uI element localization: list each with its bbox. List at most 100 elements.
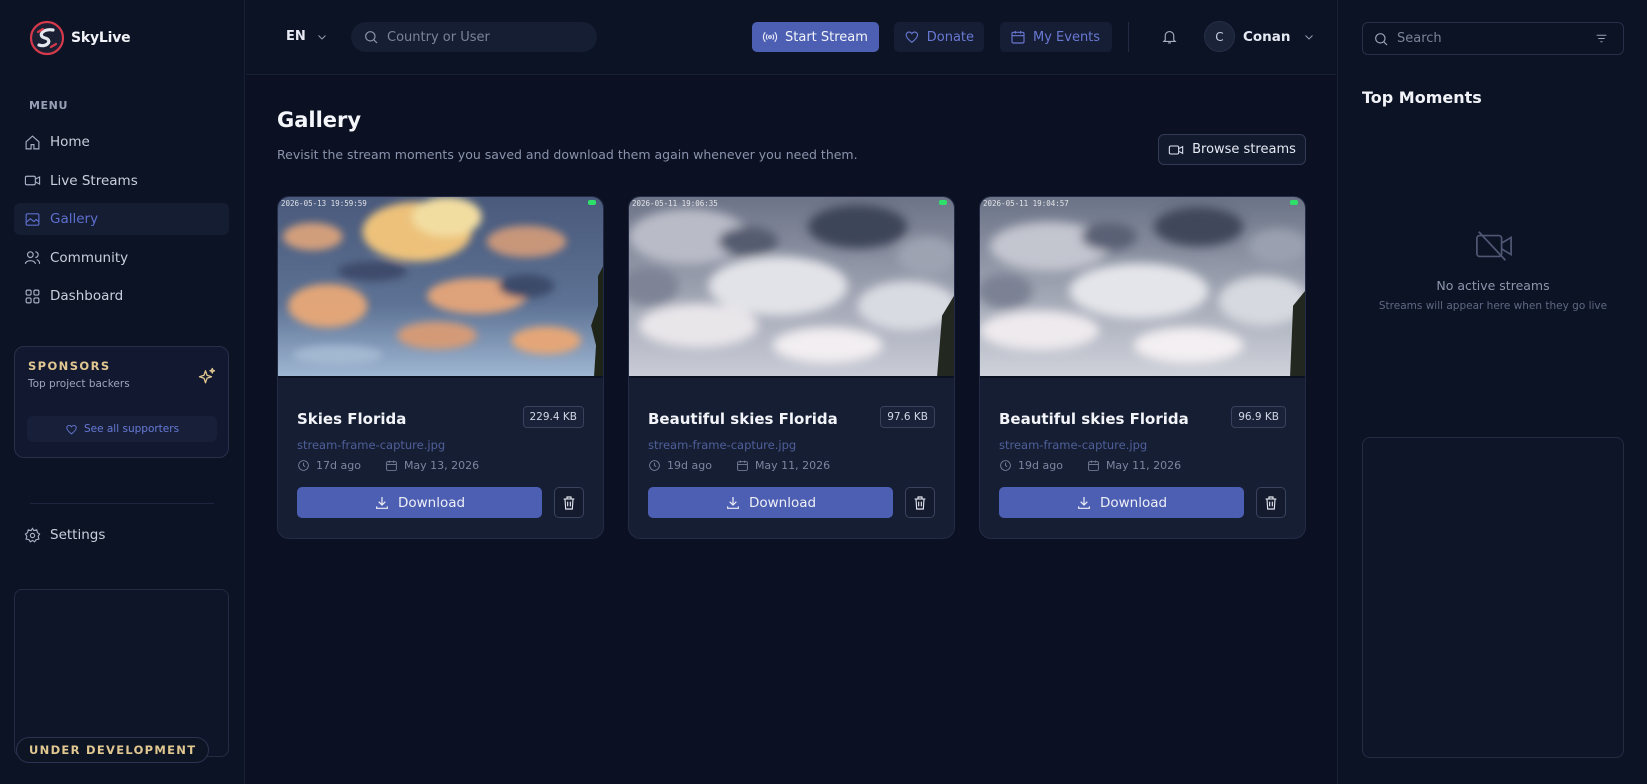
chevron-down-icon <box>1304 34 1313 40</box>
image-icon <box>25 212 40 226</box>
see-all-supporters-label: See all supporters <box>83 423 180 435</box>
donate-button[interactable]: Donate <box>894 22 984 52</box>
capture-timestamp: 2026-05-11 19:06:35 <box>632 199 718 208</box>
download-label: Download <box>748 494 817 511</box>
chevron-down-icon <box>317 34 326 40</box>
calendar-icon <box>1088 460 1099 471</box>
country-user-search <box>351 22 597 52</box>
sidebar-item-live-streams[interactable]: Live Streams <box>14 165 229 197</box>
under-development-badge: UNDER DEVELOPMENT <box>16 737 210 763</box>
start-stream-button[interactable]: Start Stream <box>752 22 879 52</box>
delete-button[interactable] <box>554 487 584 518</box>
browse-streams-label: Browse streams <box>1192 142 1296 157</box>
download-icon <box>1078 496 1090 509</box>
card-meta: 19d ago May 11, 2026 <box>999 459 1181 472</box>
live-indicator <box>1290 200 1298 205</box>
donate-label: Donate <box>926 29 974 45</box>
file-size-badge: 229.4 KB <box>522 406 584 428</box>
file-name: stream-frame-capture.jpg <box>999 438 1148 452</box>
trash-icon <box>1265 495 1277 510</box>
empty-state-subtitle: Streams will appear here when they go li… <box>1378 300 1608 312</box>
card-thumbnail[interactable]: 2026-05-13 19:59:59 <box>278 197 603 378</box>
sidebar-item-label: Community <box>50 249 129 266</box>
download-button[interactable]: Download <box>297 487 542 518</box>
sidebar-item-gallery[interactable]: Gallery <box>14 203 229 236</box>
browse-streams-button[interactable]: Browse streams <box>1158 134 1306 165</box>
sidebar-item-label: Settings <box>50 527 106 543</box>
delete-button[interactable] <box>905 487 935 518</box>
card-meta: 19d ago May 11, 2026 <box>648 459 830 472</box>
sidebar-settings: Settings <box>14 519 229 558</box>
language-selector[interactable]: EN <box>286 29 328 44</box>
sidebar-item-label: Dashboard <box>50 288 124 305</box>
gallery-card: 2026-05-11 19:06:35 Beautiful skies Flor… <box>628 196 955 539</box>
bell-icon[interactable] <box>1161 28 1178 45</box>
sidebar-item-dashboard[interactable]: Dashboard <box>14 280 229 312</box>
top-moments-title: Top Moments <box>1362 88 1482 107</box>
sidebar-item-community[interactable]: Community <box>14 242 229 274</box>
download-button[interactable]: Download <box>648 487 893 518</box>
search-icon <box>1375 32 1388 45</box>
user-menu[interactable]: C Conan <box>1204 21 1315 52</box>
sidebar-divider <box>30 503 214 504</box>
see-all-supporters-button[interactable]: See all supporters <box>27 416 217 442</box>
relative-time: 19d ago <box>667 459 712 472</box>
page-subtitle: Revisit the stream moments you saved and… <box>277 147 858 162</box>
menu-title: MENU <box>29 99 68 112</box>
clock-icon <box>298 460 309 471</box>
heart-icon <box>66 424 77 434</box>
skylive-logo-icon <box>29 20 65 56</box>
relative-time: 17d ago <box>316 459 361 472</box>
sparkle-icon <box>198 367 216 384</box>
overcast-sky-image <box>980 197 1305 376</box>
card-meta: 17d ago May 13, 2026 <box>297 459 479 472</box>
main-content: Gallery Revisit the stream moments you s… <box>246 76 1336 784</box>
header-divider <box>1128 22 1129 52</box>
avatar: C <box>1204 21 1235 52</box>
overcast-sky-image <box>629 197 954 376</box>
capture-date: May 11, 2026 <box>1105 459 1182 472</box>
capture-timestamp: 2026-05-11 19:04:57 <box>983 199 1069 208</box>
gear-icon <box>24 526 41 543</box>
moments-search-input[interactable] <box>1397 31 1587 46</box>
video-icon <box>24 175 41 186</box>
card-thumbnail[interactable]: 2026-05-11 19:04:57 <box>980 197 1305 378</box>
empty-state-title: No active streams <box>1436 278 1550 293</box>
heart-icon <box>905 31 919 43</box>
card-title: Beautiful skies Florida <box>648 410 838 428</box>
sponsors-subtitle: Top project backers <box>28 378 130 390</box>
calendar-icon <box>386 460 397 471</box>
delete-button[interactable] <box>1256 487 1286 518</box>
sidebar-nav: Home Live Streams Gallery Community Dash… <box>14 126 229 319</box>
sidebar-item-home[interactable]: Home <box>14 126 229 158</box>
username: Conan <box>1243 28 1291 45</box>
download-label: Download <box>397 494 466 511</box>
trash-icon <box>914 495 926 510</box>
sunset-sky-image <box>278 197 603 376</box>
capture-date: May 11, 2026 <box>754 459 831 472</box>
live-indicator <box>588 200 596 205</box>
sidebar-item-label: Home <box>50 134 90 150</box>
sidebar-item-label: Live Streams <box>50 172 138 189</box>
gallery-card: 2026-05-11 19:04:57 Beautiful skies Flor… <box>979 196 1306 539</box>
language-label: EN <box>286 29 306 44</box>
capture-timestamp: 2026-05-13 19:59:59 <box>281 199 367 208</box>
download-button[interactable]: Download <box>999 487 1244 518</box>
broadcast-icon <box>762 31 778 43</box>
calendar-icon <box>1011 31 1025 44</box>
start-stream-label: Start Stream <box>785 29 868 45</box>
home-icon <box>25 134 40 149</box>
search-input[interactable] <box>387 29 587 45</box>
my-events-button[interactable]: My Events <box>1000 22 1112 52</box>
users-icon <box>24 251 41 265</box>
live-indicator <box>939 200 947 205</box>
filter-icon[interactable] <box>1595 32 1608 45</box>
card-thumbnail[interactable]: 2026-05-11 19:06:35 <box>629 197 954 378</box>
sidebar-item-settings[interactable]: Settings <box>14 519 229 551</box>
brand[interactable]: SkyLive <box>29 20 131 56</box>
download-label: Download <box>1099 494 1168 511</box>
calendar-icon <box>737 460 748 471</box>
relative-time: 19d ago <box>1018 459 1063 472</box>
brand-name: SkyLive <box>71 30 131 46</box>
moments-panel <box>1362 437 1624 758</box>
